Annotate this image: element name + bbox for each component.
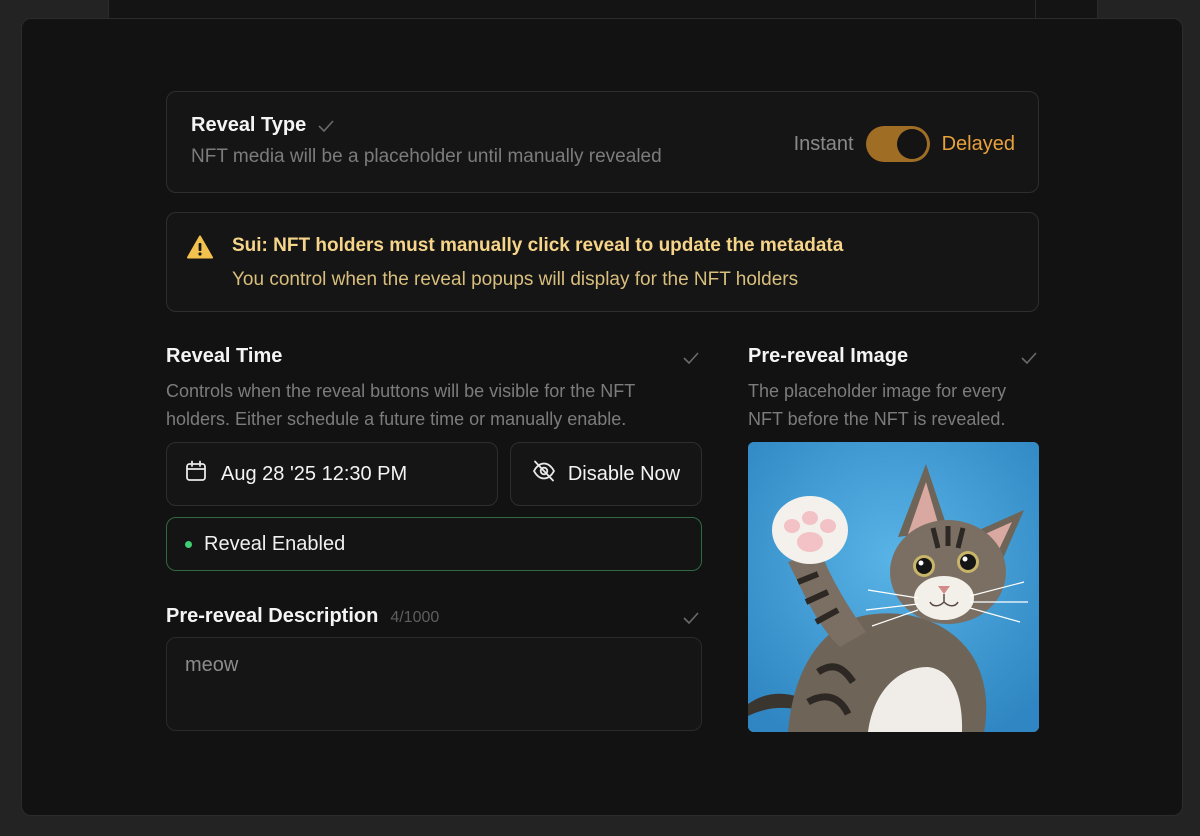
reveal-status: Reveal Enabled	[166, 517, 702, 571]
pre-reveal-description-value: meow	[185, 654, 239, 676]
check-icon	[1021, 351, 1037, 369]
pre-reveal-image-title: Pre-reveal Image	[748, 345, 909, 367]
reveal-time-title: Reveal Time	[166, 345, 283, 367]
check-icon	[683, 611, 699, 629]
reveal-time-description-line1: Controls when the reveal buttons will be…	[166, 381, 636, 401]
background-divider	[1035, 0, 1036, 20]
disable-now-label: Disable Now	[567, 462, 681, 485]
reveal-status-label: Reveal Enabled	[204, 532, 346, 555]
reveal-type-toggle-group: Instant Delayed	[794, 126, 1015, 162]
reveal-type-card: Reveal Type NFT media will be a placehol…	[166, 91, 1039, 193]
check-icon	[318, 119, 334, 132]
character-counter: 4/1000	[390, 609, 440, 626]
calendar-icon	[185, 460, 221, 488]
warning-title: Sui: NFT holders must manually click rev…	[232, 235, 844, 256]
reveal-type-subtitle: NFT media will be a placeholder until ma…	[191, 146, 662, 167]
pre-reveal-description-heading: Pre-reveal Description 4/1000	[166, 605, 439, 628]
pre-reveal-image-description-line2: NFT before the NFT is revealed.	[748, 409, 1006, 429]
pre-reveal-image-description-line1: The placeholder image for every	[748, 381, 1007, 401]
cat-illustration	[748, 442, 1039, 732]
pre-reveal-image[interactable]	[748, 442, 1039, 732]
pre-reveal-description-input[interactable]: meow	[166, 637, 702, 731]
reveal-type-toggle[interactable]	[865, 126, 930, 162]
disable-now-button[interactable]: Disable Now	[510, 442, 702, 506]
pre-reveal-description-title: Pre-reveal Description	[166, 605, 379, 627]
reveal-type-title: Reveal Type	[191, 114, 307, 136]
reveal-type-heading: Reveal Type	[191, 114, 334, 137]
warning-banner: Sui: NFT holders must manually click rev…	[166, 212, 1039, 312]
settings-panel: Reveal Type NFT media will be a placehol…	[21, 18, 1183, 816]
warning-subtitle: You control when the reveal popups will …	[232, 269, 799, 290]
background-window-strip	[108, 0, 1098, 20]
toggle-knob	[896, 129, 927, 159]
check-icon	[683, 351, 699, 369]
reveal-time-description-line2: holders. Either schedule a future time o…	[166, 409, 627, 429]
delayed-option-label[interactable]: Delayed	[942, 133, 1015, 156]
eye-off-icon	[532, 460, 568, 488]
status-dot	[185, 540, 192, 548]
warning-icon	[187, 235, 213, 264]
instant-option-label[interactable]: Instant	[794, 133, 854, 156]
reveal-date-value: Aug 28 '25 12:30 PM	[221, 462, 408, 485]
reveal-date-picker[interactable]: Aug 28 '25 12:30 PM	[166, 442, 498, 506]
